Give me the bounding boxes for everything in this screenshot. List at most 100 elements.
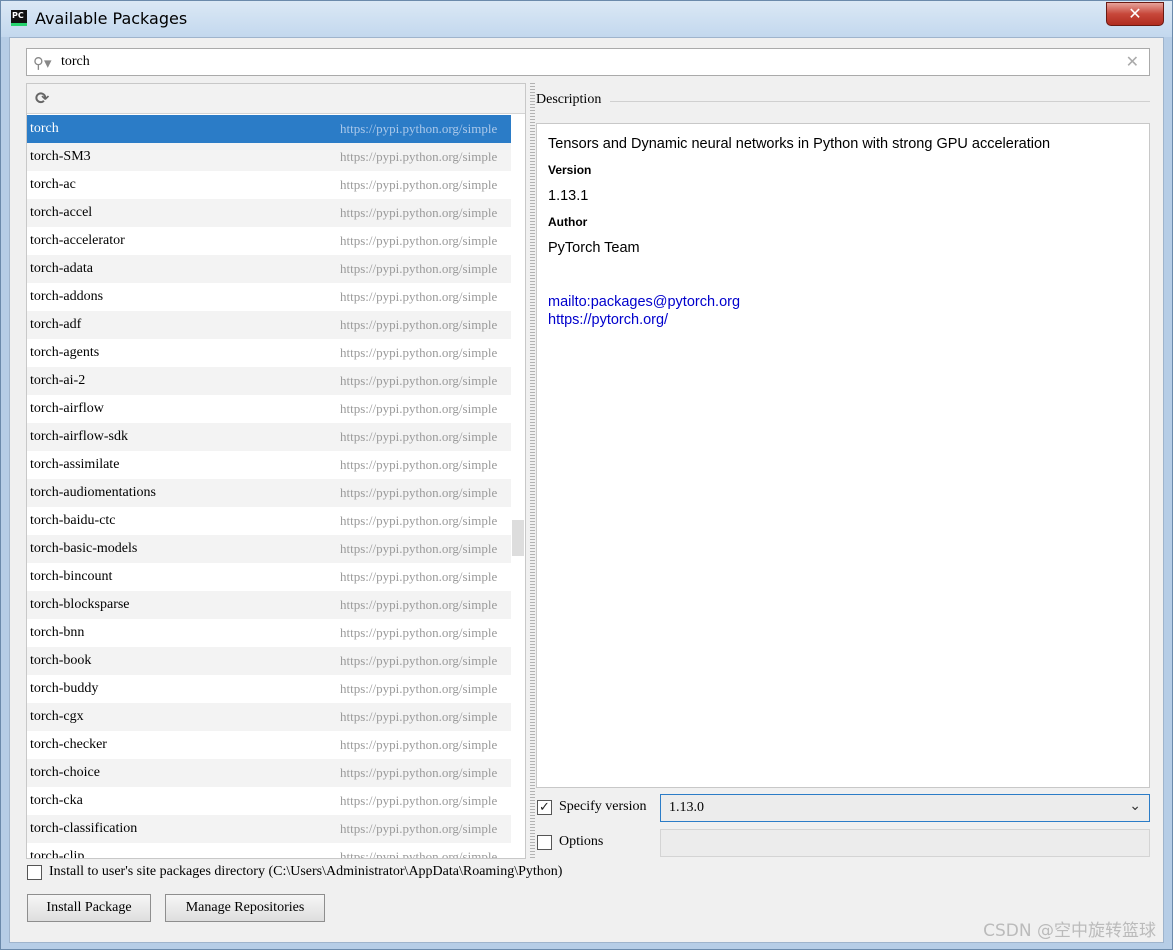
close-icon[interactable]: ✕ xyxy=(1126,52,1139,71)
package-row[interactable]: torch-basic-models https://pypi.python.or… xyxy=(27,535,525,563)
package-row[interactable]: torch-adata https://pypi.python.org/simpl… xyxy=(27,255,525,283)
package-name: torch-basic-models xyxy=(30,541,138,556)
package-row[interactable]: torch-airflow https://pypi.python.org/sim… xyxy=(27,395,525,423)
package-list-panel: ⟳ torch https://pypi.python.org/simple tor… xyxy=(26,83,526,859)
package-repository: https://pypi.python.org/simple xyxy=(340,289,498,304)
package-summary: Tensors and Dynamic neural networks in P… xyxy=(548,136,1051,152)
package-repository: https://pypi.python.org/simple xyxy=(340,569,498,584)
list-scrollbar[interactable] xyxy=(511,115,525,858)
package-repository: https://pypi.python.org/simple xyxy=(340,485,498,500)
package-name: torch-assimilate xyxy=(30,457,120,472)
package-name: torch-agents xyxy=(30,345,100,360)
close-button[interactable]: ✕ xyxy=(1106,2,1164,26)
package-name: torch-cgx xyxy=(30,709,84,724)
package-row[interactable]: torch-buddy https://pypi.python.org/simpl… xyxy=(27,675,525,703)
package-name: torch-book xyxy=(30,653,92,668)
description-divider xyxy=(610,101,1150,102)
package-repository: https://pypi.python.org/simple xyxy=(340,373,498,388)
package-name: torch-blocksparse xyxy=(30,597,130,612)
package-repository: https://pypi.python.org/simple xyxy=(340,317,498,332)
package-repository: https://pypi.python.org/simple xyxy=(340,513,498,528)
package-row[interactable]: torch-clip https://pypi.python.org/simple xyxy=(27,843,525,859)
package-name: torch-checker xyxy=(30,737,107,752)
package-row[interactable]: torch-addons https://pypi.python.org/simp… xyxy=(27,283,525,311)
version-label: Version xyxy=(548,163,592,177)
package-name: torch xyxy=(30,121,59,136)
install-user-checkbox[interactable] xyxy=(27,865,42,880)
package-row[interactable]: torch-classification https://pypi.python.… xyxy=(27,815,525,843)
package-repository: https://pypi.python.org/simple xyxy=(340,765,498,780)
email-link[interactable]: mailto:packages@pytorch.org xyxy=(548,294,740,310)
panel-splitter[interactable] xyxy=(530,83,535,859)
package-row[interactable]: torch-adf https://pypi.python.org/simple xyxy=(27,311,525,339)
package-repository: https://pypi.python.org/simple xyxy=(340,793,498,808)
refresh-icon[interactable]: ⟳ xyxy=(35,89,49,109)
package-repository: https://pypi.python.org/simple xyxy=(340,149,498,164)
package-row[interactable]: torch-checker https://pypi.python.org/sim… xyxy=(27,731,525,759)
package-row[interactable]: torch-bincount https://pypi.python.org/si… xyxy=(27,563,525,591)
package-name: torch-airflow xyxy=(30,401,104,416)
package-repository: https://pypi.python.org/simple xyxy=(340,177,498,192)
package-repository: https://pypi.python.org/simple xyxy=(340,597,498,612)
package-list[interactable]: torch https://pypi.python.org/simple torch… xyxy=(27,115,525,859)
package-repository: https://pypi.python.org/simple xyxy=(340,345,498,360)
package-repository: https://pypi.python.org/simple xyxy=(340,541,498,556)
package-repository: https://pypi.python.org/simple xyxy=(340,821,498,836)
package-name: torch-ai-2 xyxy=(30,373,86,388)
list-toolbar: ⟳ xyxy=(27,84,525,114)
author-label: Author xyxy=(548,215,588,229)
package-name: torch-bincount xyxy=(30,569,113,584)
scrollbar-thumb[interactable] xyxy=(512,520,524,556)
options-checkbox[interactable] xyxy=(537,835,552,850)
package-repository: https://pypi.python.org/simple xyxy=(340,401,498,416)
options-label: Options xyxy=(559,834,604,849)
package-repository: https://pypi.python.org/simple xyxy=(340,205,498,220)
options-input[interactable] xyxy=(660,829,1150,857)
package-row[interactable]: torch-cka https://pypi.python.org/simple xyxy=(27,787,525,815)
package-row[interactable]: torch https://pypi.python.org/simple xyxy=(27,115,525,143)
package-row[interactable]: torch-accelerator https://pypi.python.org… xyxy=(27,227,525,255)
package-repository: https://pypi.python.org/simple xyxy=(340,457,498,472)
homepage-link[interactable]: https://pytorch.org/ xyxy=(548,312,668,328)
package-name: torch-choice xyxy=(30,765,100,780)
package-name: torch-buddy xyxy=(30,681,99,696)
package-repository: https://pypi.python.org/simple xyxy=(340,653,498,668)
package-row[interactable]: torch-agents https://pypi.python.org/simp… xyxy=(27,339,525,367)
package-row[interactable]: torch-assimilate https://pypi.python.org/… xyxy=(27,451,525,479)
title-bar[interactable]: PC Available Packages ✕ xyxy=(1,1,1172,37)
package-repository: https://pypi.python.org/simple xyxy=(340,681,498,696)
author-value: PyTorch Team xyxy=(548,240,640,256)
version-value: 1.13.1 xyxy=(548,188,589,204)
version-select[interactable]: 1.13.0 ⌄ xyxy=(660,794,1150,822)
package-name: torch-clip xyxy=(30,849,85,859)
package-row[interactable]: torch-ai-2 https://pypi.python.org/simple xyxy=(27,367,525,395)
search-icon[interactable]: ⚲▾ xyxy=(33,54,53,72)
manage-repositories-button[interactable]: Manage Repositories xyxy=(165,894,325,922)
package-repository: https://pypi.python.org/simple xyxy=(340,849,498,859)
search-input[interactable] xyxy=(61,51,1111,73)
package-name: torch-audiomentations xyxy=(30,485,156,500)
pycharm-app-icon: PC xyxy=(11,10,27,26)
specify-version-checkbox[interactable]: ✓ xyxy=(537,800,552,815)
description-panel: Tensors and Dynamic neural networks in P… xyxy=(536,123,1150,788)
package-row[interactable]: torch-airflow-sdk https://pypi.python.org… xyxy=(27,423,525,451)
search-box[interactable]: ⚲▾ ✕ xyxy=(26,48,1150,76)
package-row[interactable]: torch-accel https://pypi.python.org/simpl… xyxy=(27,199,525,227)
package-row[interactable]: torch-cgx https://pypi.python.org/simple xyxy=(27,703,525,731)
install-package-button[interactable]: Install Package xyxy=(27,894,151,922)
package-row[interactable]: torch-audiomentations https://pypi.python… xyxy=(27,479,525,507)
package-row[interactable]: torch-choice https://pypi.python.org/simp… xyxy=(27,759,525,787)
chevron-down-icon[interactable]: ⌄ xyxy=(1129,798,1141,814)
package-row[interactable]: torch-bnn https://pypi.python.org/simple xyxy=(27,619,525,647)
package-row[interactable]: torch-SM3 https://pypi.python.org/simple xyxy=(27,143,525,171)
package-row[interactable]: torch-baidu-ctc https://pypi.python.org/s… xyxy=(27,507,525,535)
package-name: torch-addons xyxy=(30,289,104,304)
package-name: torch-adf xyxy=(30,317,82,332)
package-row[interactable]: torch-blocksparse https://pypi.python.org… xyxy=(27,591,525,619)
package-row[interactable]: torch-ac https://pypi.python.org/simple xyxy=(27,171,525,199)
package-name: torch-cka xyxy=(30,793,83,808)
description-header: Description xyxy=(536,92,602,107)
dialog-client-area: ⚲▾ ✕ ⟳ torch https://pypi.python.org/simp… xyxy=(9,37,1164,943)
package-name: torch-accelerator xyxy=(30,233,125,248)
package-row[interactable]: torch-book https://pypi.python.org/simple xyxy=(27,647,525,675)
